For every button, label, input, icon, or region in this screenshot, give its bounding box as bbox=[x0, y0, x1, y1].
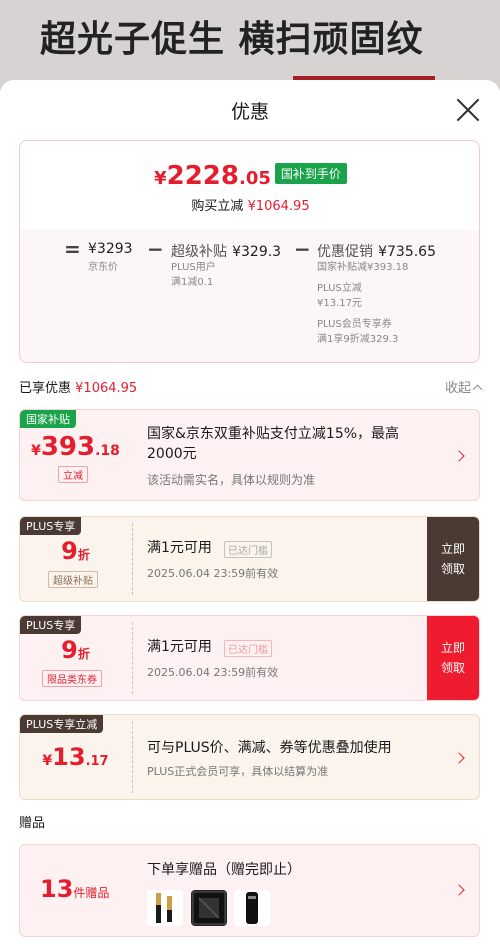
claim-button[interactable]: 立即 领取 bbox=[427, 616, 479, 700]
close-icon[interactable] bbox=[455, 97, 481, 123]
gift-title: 下单享赠品（赠完即止） bbox=[147, 862, 301, 878]
coupon-tag: PLUS专享立减 bbox=[20, 715, 104, 733]
jd-price-value: ¥3293 bbox=[88, 241, 133, 257]
coupon-chip: 立减 bbox=[58, 466, 88, 483]
chevron-right-icon bbox=[453, 752, 465, 764]
coupon-divider bbox=[132, 622, 133, 694]
collapse-button[interactable]: 收起 bbox=[445, 377, 483, 396]
coupon-chip: 限品类东券 bbox=[42, 670, 102, 687]
coupon-condition: 满1元可用 bbox=[147, 639, 212, 655]
coupon-desc: 国家&京东双重补贴支付立减15%，最高 bbox=[147, 426, 400, 442]
gift-thumb-bottle bbox=[234, 890, 270, 926]
claim-button[interactable]: 立即 领取 bbox=[427, 517, 479, 601]
plus-category-coupon[interactable]: PLUS专享 9折 限品类东券 满1元可用 已达门槛 2025.06.04 23… bbox=[19, 615, 480, 701]
threshold-reached-chip: 已达门槛 bbox=[224, 541, 272, 558]
equals-sign: = bbox=[64, 237, 81, 261]
enjoyed-discount: 已享优惠 ¥1064.95 bbox=[19, 381, 138, 396]
coupon-expiry: 2025.06.04 23:59前有效 bbox=[147, 567, 279, 580]
buy-discount-line: 购买立减 ¥1064.95 bbox=[191, 199, 310, 214]
super-sub1: PLUS用户 bbox=[171, 262, 216, 273]
chevron-right-icon bbox=[453, 884, 465, 896]
gift-section-label: 赠品 bbox=[19, 816, 46, 831]
coupon-amount: ¥393.18 bbox=[31, 432, 120, 462]
coupon-tag: PLUS专享 bbox=[20, 616, 82, 634]
super-sub2: 满1减0.1 bbox=[171, 277, 214, 288]
threshold-reached-chip: 已达门槛 bbox=[224, 640, 272, 657]
discount-sheet: 优惠 ¥2228.05 国补到手价 购买立减 ¥1064.95 = ¥3293 京… bbox=[0, 80, 500, 951]
promo-sub4: PLUS会员专享券 bbox=[317, 319, 392, 330]
coupon-desc-cont: 2000元 bbox=[147, 446, 197, 462]
jd-price-label: 京东价 bbox=[88, 262, 118, 273]
coupon-divider bbox=[132, 523, 133, 595]
promo-sub5: 满1享9折减329.3 bbox=[317, 334, 399, 345]
minus-sign: − bbox=[294, 237, 311, 261]
sheet-title: 优惠 bbox=[230, 101, 269, 123]
gift-thumb-gold bbox=[147, 890, 183, 926]
subsidy-price-badge: 国补到手价 bbox=[274, 163, 347, 184]
coupon-desc: 可与PLUS价、满减、券等优惠叠加使用 bbox=[147, 740, 392, 756]
coupon-note: 该活动需实名，具体以规则为准 bbox=[147, 473, 316, 487]
coupon-note: PLUS正式会员可享，具体以结算为准 bbox=[147, 765, 329, 778]
coupon-amount: 9折 bbox=[61, 537, 90, 565]
coupon-divider bbox=[132, 721, 133, 793]
promo-sub3: ¥13.17元 bbox=[317, 298, 362, 309]
coupon-expiry: 2025.06.04 23:59前有效 bbox=[147, 666, 279, 679]
plus-instant-discount[interactable]: PLUS专享立减 ¥13.17 可与PLUS价、满减、券等优惠叠加使用 PLUS… bbox=[19, 714, 480, 800]
price-summary-card: ¥2228.05 国补到手价 购买立减 ¥1064.95 = ¥3293 京东价 … bbox=[19, 140, 480, 363]
chevron-up-icon bbox=[472, 384, 483, 395]
promo-sub2: PLUS立减 bbox=[317, 283, 362, 294]
coupon-chip: 超级补贴 bbox=[48, 571, 98, 588]
background-banner: 超光子促生 横扫顽固纹 bbox=[0, 0, 500, 90]
gift-thumb-box bbox=[191, 890, 227, 926]
plus-super-subsidy-coupon[interactable]: PLUS专享 9折 超级补贴 满1元可用 已达门槛 2025.06.04 23:… bbox=[19, 516, 480, 602]
super-subsidy: 超级补贴 ¥329.3 bbox=[171, 244, 282, 260]
final-price: ¥2228.05 国补到手价 bbox=[20, 161, 479, 191]
minus-sign: − bbox=[147, 237, 164, 261]
chevron-right-icon bbox=[453, 450, 465, 462]
gift-count: 13件赠品 bbox=[40, 875, 110, 903]
gift-card[interactable]: 13件赠品 下单享赠品（赠完即止） bbox=[19, 844, 480, 937]
coupon-tag: 国家补贴 bbox=[20, 410, 76, 428]
coupon-amount: 9折 bbox=[61, 636, 90, 664]
coupon-condition: 满1元可用 bbox=[147, 540, 212, 556]
promo-sub1: 国家补贴减¥393.18 bbox=[317, 262, 409, 273]
banner-text: 超光子促生 横扫顽固纹 bbox=[40, 19, 424, 60]
coupon-tag: PLUS专享 bbox=[20, 517, 82, 535]
national-subsidy-coupon[interactable]: 国家补贴 ¥393.18 立减 国家&京东双重补贴支付立减15%，最高 2000… bbox=[19, 409, 480, 501]
promo-total: 优惠促销 ¥735.65 bbox=[317, 244, 436, 260]
coupon-amount: ¥13.17 bbox=[42, 743, 109, 771]
